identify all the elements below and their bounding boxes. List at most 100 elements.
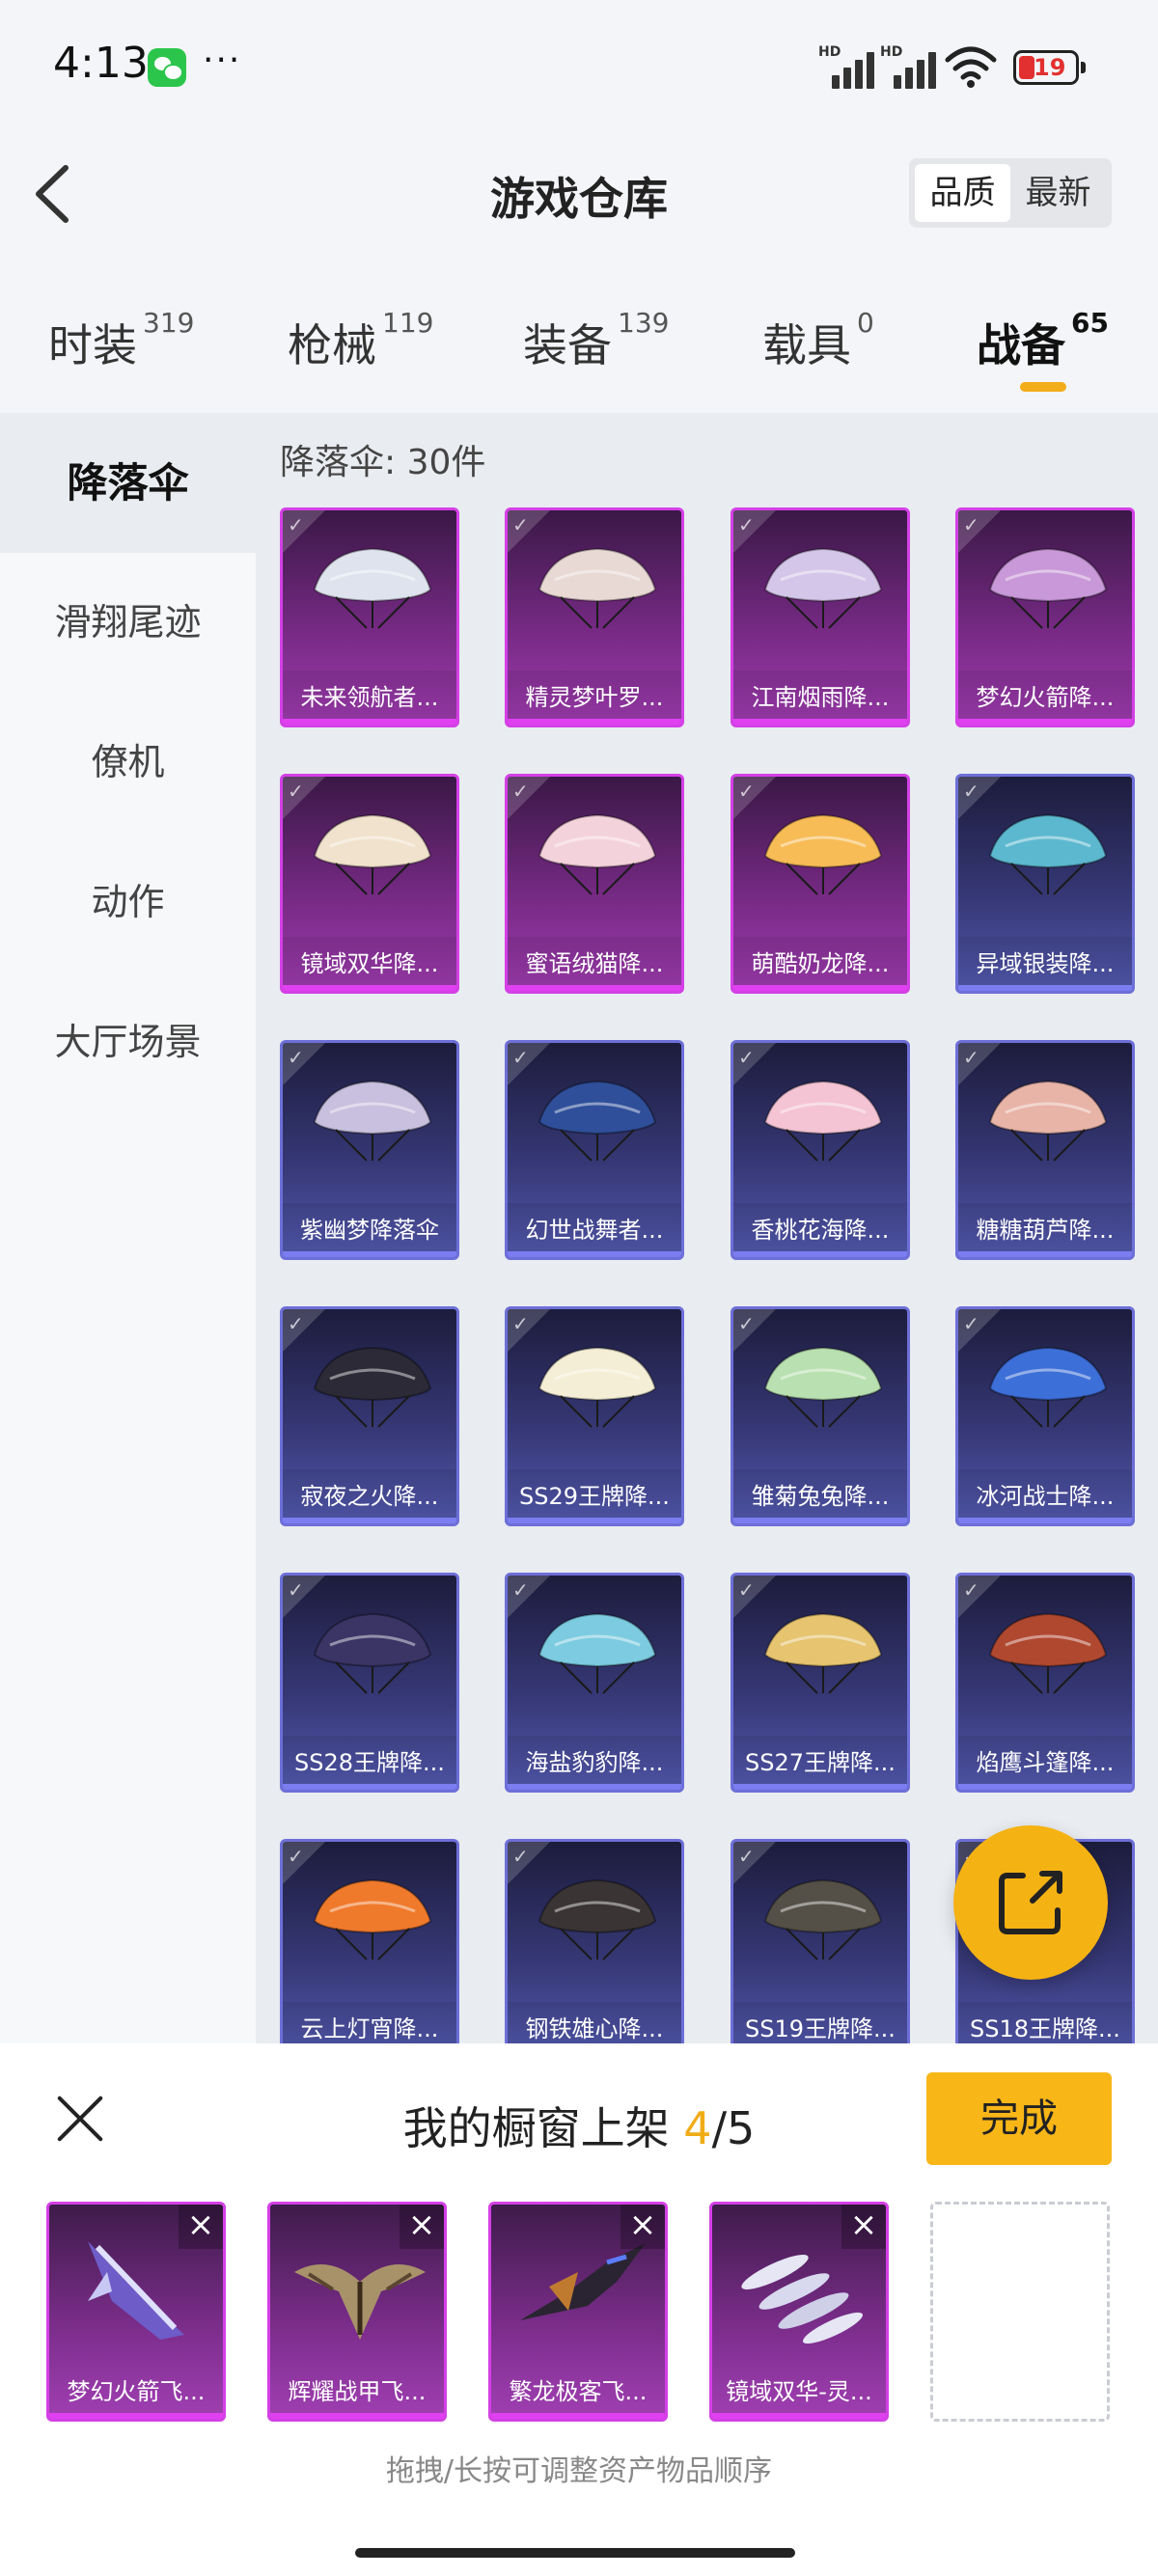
tab-count: 139: [618, 307, 670, 339]
armor-glider-art: [294, 2264, 426, 2340]
grid-count-label: 降落伞: 30件: [280, 443, 486, 482]
item-card[interactable]: ✓ 雏菊兔兔降...: [731, 1306, 910, 1526]
item-card[interactable]: ✓ 未来领航者...: [280, 507, 459, 727]
item-label: 焰鹰斗篷降...: [958, 1736, 1132, 1790]
item-card[interactable]: ✓ 寂夜之火降...: [280, 1306, 459, 1526]
tab-count: 65: [1071, 307, 1109, 339]
sort-toggle: 品质 最新: [909, 158, 1112, 228]
remove-slot-icon[interactable]: ×: [179, 2205, 223, 2249]
showcase-slot[interactable]: × 镜域双华-灵...: [709, 2202, 889, 2422]
status-bar: 4:13 ··· HD HD 19: [0, 0, 1158, 135]
parachute-icon: [313, 1878, 432, 1960]
item-card[interactable]: ✓ 江南烟雨降...: [731, 507, 910, 727]
parachute-icon: [988, 1612, 1108, 1694]
category-tabs: 时装 319 枪械 119 装备 139 载具 0 战备 65: [0, 289, 1158, 396]
signal-hd-label: HD: [818, 44, 841, 60]
item-card[interactable]: ✓ 紫幽梦降落伞: [280, 1040, 459, 1260]
check-icon: ✓: [288, 513, 304, 536]
item-label: SS28王牌降...: [283, 1736, 456, 1790]
parachute-icon: [313, 547, 432, 629]
item-card[interactable]: ✓ 焰鹰斗篷降...: [955, 1573, 1135, 1793]
parachute-icon: [538, 1878, 657, 1960]
battery-icon: 19: [1013, 50, 1086, 85]
item-card[interactable]: ✓ 精灵梦叶罗...: [505, 507, 684, 727]
tab-label: 载具: [762, 319, 851, 371]
sidebar-item-glide-trail[interactable]: 滑翔尾迹: [0, 553, 256, 693]
parachute-icon: [763, 1612, 883, 1694]
rarity-bar: [283, 719, 456, 725]
check-icon: ✓: [963, 1046, 979, 1069]
item-label: 寂夜之火降...: [283, 1469, 456, 1523]
showcase-slot[interactable]: × 繁龙极客飞...: [488, 2202, 668, 2422]
item-label: 江南烟雨降...: [733, 671, 907, 725]
sidebar-item-emote[interactable]: 动作: [0, 833, 256, 973]
item-card[interactable]: ✓ SS27王牌降...: [731, 1573, 910, 1793]
sidebar-item-wingman[interactable]: 僚机: [0, 693, 256, 833]
remove-slot-icon[interactable]: ×: [400, 2205, 444, 2249]
check-icon: ✓: [512, 513, 529, 536]
parachute-icon: [988, 547, 1108, 629]
done-button[interactable]: 完成: [926, 2072, 1112, 2165]
item-card[interactable]: ✓ 钢铁雄心降...: [505, 1839, 684, 2043]
tab-label: 战备: [977, 319, 1065, 371]
check-icon: ✓: [963, 1578, 979, 1602]
check-icon: ✓: [738, 513, 755, 536]
item-card[interactable]: ✓ 萌酷奶龙降...: [731, 774, 910, 994]
slot-label: 镜域双华-灵...: [726, 2378, 872, 2405]
item-card[interactable]: ✓ 糖糖葫芦降...: [955, 1040, 1135, 1260]
item-label: 香桃花海降...: [733, 1203, 907, 1257]
rarity-bar: [508, 719, 681, 725]
showcase-title-text: 我的橱窗上架: [402, 2102, 684, 2154]
sort-latest-button[interactable]: 最新: [1010, 164, 1106, 222]
sidebar-item-lobby-scene[interactable]: 大厅场景: [0, 973, 256, 1112]
parachute-icon: [313, 1346, 432, 1428]
item-card[interactable]: ✓ 镜域双华降...: [280, 774, 459, 994]
item-card[interactable]: ✓ 海盐豹豹降...: [505, 1573, 684, 1793]
item-card[interactable]: ✓ 幻世战舞者...: [505, 1040, 684, 1260]
sort-quality-button[interactable]: 品质: [915, 164, 1010, 222]
home-indicator[interactable]: [355, 2548, 795, 2558]
item-label: 糖糖葫芦降...: [958, 1203, 1132, 1257]
status-time: 4:13: [53, 39, 149, 88]
remove-slot-icon[interactable]: ×: [841, 2205, 886, 2249]
parachute-icon: [763, 1878, 883, 1960]
item-card[interactable]: ✓ 冰河战士降...: [955, 1306, 1135, 1526]
external-link-icon: [999, 1871, 1062, 1934]
rarity-bar: [283, 985, 456, 991]
check-icon: ✓: [288, 1312, 304, 1335]
item-label: SS19王牌降...: [733, 2002, 907, 2043]
item-card[interactable]: ✓ SS29王牌降...: [505, 1306, 684, 1526]
showcase-slot[interactable]: × 辉耀战甲飞...: [267, 2202, 447, 2422]
sidebar-item-parachute[interactable]: 降落伞: [0, 413, 256, 553]
rocket-glider-art: [88, 2241, 184, 2340]
share-fab[interactable]: [953, 1825, 1108, 1980]
tab-vehicles[interactable]: 载具 0: [762, 307, 874, 374]
item-label: 未来领航者...: [283, 671, 456, 725]
item-card[interactable]: ✓ 香桃花海降...: [731, 1040, 910, 1260]
signal-hd-label-2: HD: [880, 44, 903, 60]
rarity-bar: [958, 719, 1132, 725]
item-card[interactable]: ✓ 蜜语绒猫降...: [505, 774, 684, 994]
item-card[interactable]: ✓ 异域银装降...: [955, 774, 1135, 994]
check-icon: ✓: [288, 1845, 304, 1868]
slot-label: 繁龙极客飞...: [509, 2378, 648, 2405]
empty-showcase-slot[interactable]: [930, 2202, 1110, 2422]
item-card[interactable]: ✓ 梦幻火箭降...: [955, 507, 1135, 727]
remove-slot-icon[interactable]: ×: [620, 2205, 665, 2249]
parachute-icon: [538, 547, 657, 629]
tab-guns[interactable]: 枪械 119: [288, 307, 433, 374]
item-label: 梦幻火箭降...: [958, 671, 1132, 725]
parachute-icon: [988, 1346, 1108, 1428]
item-card[interactable]: ✓ SS28王牌降...: [280, 1573, 459, 1793]
tab-fashion[interactable]: 时装 319: [48, 307, 194, 374]
tab-count: 0: [857, 307, 874, 339]
parachute-icon: [763, 813, 883, 895]
item-card[interactable]: ✓ SS19王牌降...: [731, 1839, 910, 2043]
tab-equipment[interactable]: 装备 139: [523, 307, 669, 374]
showcase-slot[interactable]: × 梦幻火箭飞...: [46, 2202, 226, 2422]
tab-gear[interactable]: 战备 65: [977, 307, 1109, 374]
item-card[interactable]: ✓ 云上灯宵降...: [280, 1839, 459, 2043]
slot-label: 辉耀战甲飞...: [288, 2378, 427, 2405]
rarity-bar: [508, 1251, 681, 1257]
check-icon: ✓: [738, 780, 755, 803]
